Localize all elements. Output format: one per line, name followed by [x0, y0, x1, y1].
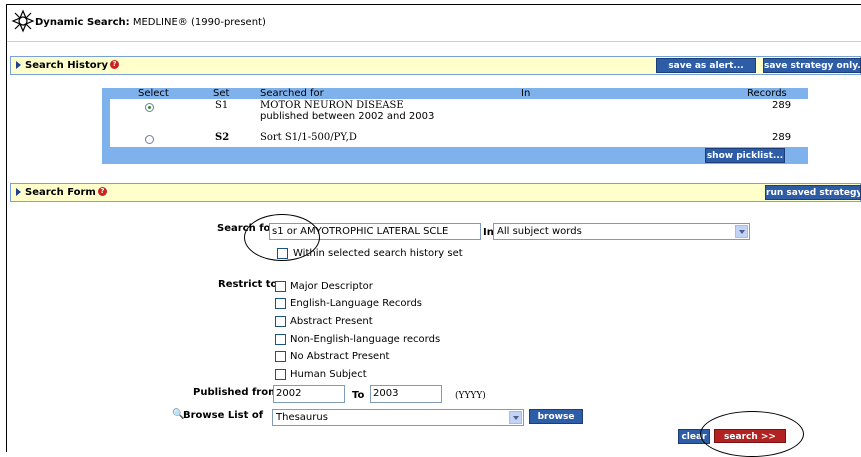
set-id-s2: S2	[215, 132, 230, 143]
search-for-label: Search for	[217, 223, 276, 234]
search-history-title: Search History	[25, 60, 109, 71]
show-picklist-button[interactable]: show picklist...	[705, 148, 785, 163]
save-as-alert-button[interactable]: save as alert...	[656, 58, 756, 73]
chevron-down-icon[interactable]	[509, 411, 522, 424]
row-select-radio-s1[interactable]	[145, 103, 154, 112]
search-form-bar: Search Form?	[10, 183, 861, 202]
search-detail-s1: published between 2002 and 2003	[260, 111, 435, 122]
expand-triangle-icon	[16, 188, 21, 196]
browse-list-select[interactable]: Thesaurus	[272, 409, 524, 426]
in-field-value: All subject words	[497, 226, 582, 237]
records-s2: 289	[772, 132, 792, 143]
restrict-no-abstract-checkbox[interactable]	[275, 351, 286, 362]
dynamic-search-logo-icon	[11, 9, 35, 33]
restrict-abstract-present-checkbox[interactable]	[275, 316, 286, 327]
browse-list-label: Browse List of	[183, 410, 264, 421]
restrict-no-abstract-label: No Abstract Present	[290, 351, 390, 362]
browse-list-value: Thesaurus	[276, 412, 328, 423]
run-saved-strategy-button[interactable]: run saved strategy...	[765, 185, 861, 200]
col-searched-for: Searched for	[260, 88, 324, 99]
restrict-abstract-present-label: Abstract Present	[290, 316, 373, 327]
save-strategy-button[interactable]: save strategy only...	[763, 58, 861, 73]
searched-for-s2: Sort S1/1-500/PY,D	[260, 132, 357, 143]
restrict-non-english-label: Non-English-language records	[290, 334, 441, 345]
restrict-major-descriptor-checkbox[interactable]	[275, 281, 286, 292]
in-field-select[interactable]: All subject words	[493, 223, 750, 240]
col-select: Select	[138, 88, 169, 99]
clear-button[interactable]: clear	[678, 429, 710, 444]
within-history-label: Within selected search history set	[293, 248, 463, 259]
restrict-human-subject-label: Human Subject	[290, 369, 367, 380]
within-history-checkbox[interactable]	[277, 248, 288, 259]
searched-for-s1: MOTOR NEURON DISEASE	[260, 100, 404, 111]
browse-button[interactable]: browse	[529, 409, 583, 424]
chevron-down-icon[interactable]	[735, 225, 748, 238]
search-input[interactable]: s1 or AMYOTROPHIC LATERAL SCLE	[269, 223, 481, 240]
published-to-input[interactable]: 2003	[370, 385, 442, 403]
published-from-input[interactable]: 2002	[273, 385, 345, 403]
col-records: Records	[747, 88, 787, 99]
restrict-human-subject-checkbox[interactable]	[275, 369, 286, 380]
date-format-hint: (YYYY)	[455, 391, 486, 401]
search-form-toggle[interactable]: Search Form?	[16, 187, 107, 198]
search-history-toggle[interactable]: Search History?	[16, 60, 120, 71]
search-button[interactable]: search >>	[714, 429, 786, 443]
restrict-major-descriptor-label: Major Descriptor	[290, 281, 373, 292]
page-title: Dynamic Search: MEDLINE® (1990-present)	[35, 17, 266, 28]
published-from-label: Published from	[193, 387, 279, 398]
search-form-title: Search Form	[25, 187, 96, 198]
expand-triangle-icon	[16, 61, 21, 69]
help-icon[interactable]: ?	[97, 187, 107, 196]
records-s1: 289	[772, 100, 792, 111]
restrict-non-english-checkbox[interactable]	[275, 334, 286, 345]
help-icon[interactable]: ?	[110, 60, 120, 69]
col-in: In	[521, 88, 531, 99]
restrict-english-label: English-Language Records	[290, 298, 423, 309]
restrict-to-label: Restrict to	[218, 279, 278, 290]
set-id-s1: S1	[215, 100, 229, 111]
restrict-english-checkbox[interactable]	[275, 298, 286, 309]
col-set: Set	[213, 88, 230, 99]
row-select-radio-s2[interactable]	[145, 135, 154, 144]
to-label: To	[352, 390, 365, 401]
